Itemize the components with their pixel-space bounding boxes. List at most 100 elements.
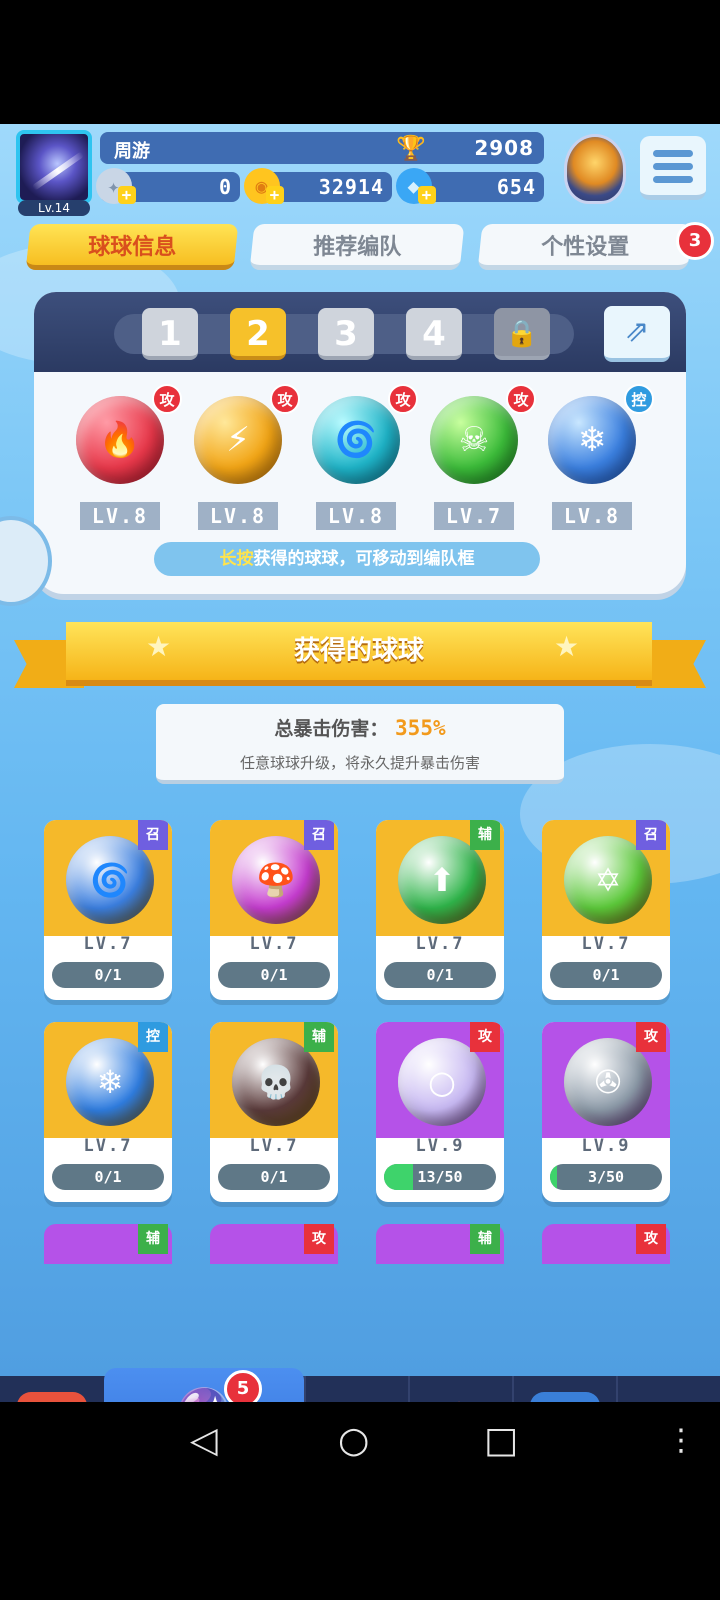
recents-icon[interactable]: □ [484,1422,518,1460]
nav-team[interactable]: 📯 球队 [616,1376,720,1402]
ball-type-tag: 攻 [636,1022,666,1052]
nav-friends[interactable]: 👥 好友 [512,1376,616,1402]
progress-text: 0/1 [426,966,454,984]
star-icon: ★ [146,630,172,663]
crit-damage-box: 总暴击伤害： 355% 任意球球升级，将永久提升暴击伤害 [156,704,564,784]
team-hint: 长按获得的球球，可移动到编队框 [154,542,540,576]
ball-card-peek[interactable]: 辅 [44,1224,172,1264]
ball-card[interactable]: ❄ 控 LV.7 0/1 [44,1022,172,1202]
upgrade-progress-bar: 0/1 [218,1164,330,1190]
attack-tag: 攻 [506,384,536,414]
ball-type-tag: 辅 [304,1022,334,1052]
player-avatar[interactable] [16,130,92,204]
upgrade-progress-bar: 0/1 [52,1164,164,1190]
team-slot-1[interactable]: 1 [142,308,198,360]
ball-card[interactable]: ⬆ 辅 LV.7 0/1 [376,820,504,1000]
ball-card[interactable]: ○ 攻 LV.9 13/50 [376,1022,504,1202]
gems-bar[interactable]: ◆ + 654 [396,168,544,204]
coins-bar[interactable]: ◉ + 32914 [244,168,392,204]
ball-level: LV.7 [249,934,299,954]
ball-card-peek[interactable]: 攻 [542,1224,670,1264]
ball-level: LV.7 [434,502,514,530]
shop-icon: 🏪 [17,1392,87,1402]
settings-badge: 3 [676,222,714,260]
android-nav-bar: ◁ ○ □ ⋮ [0,1402,720,1480]
attack-tag: 攻 [270,384,300,414]
ball-card[interactable]: 🍄 召 LV.7 0/1 [210,820,338,1000]
gems-value: 654 [496,175,536,199]
bottom-nav: 🏪 商店 🔮 球球 5 ⚔ 对战 🎉 活动 👥 好友 📯 球队 [0,1368,720,1402]
hint-text: 获得的球球，可移动到编队框 [253,549,475,569]
home-icon[interactable]: ○ [338,1422,369,1460]
ball-card-peek[interactable]: 辅 [376,1224,504,1264]
add-coins-icon[interactable]: + [266,186,284,204]
ball-type-tag: 辅 [470,1224,500,1254]
ball-level: LV.8 [316,502,396,530]
upgrade-progress-bar: 3/50 [550,1164,662,1190]
snowflake-icon[interactable]: ❄ [548,396,636,484]
team-slot-2[interactable]: 2 [230,308,286,360]
ball-level: LV.7 [415,934,465,954]
energy-bar[interactable]: ✦ + 0 [96,168,240,204]
ball-level: LV.7 [581,934,631,954]
control-tag: 控 [624,384,654,414]
tab-ball-info[interactable]: 球球信息 [25,224,239,270]
balls-badge: 5 [224,1370,262,1402]
upgrade-progress-bar: 13/50 [384,1164,496,1190]
trophy-icon: 🏆 [396,134,426,162]
player-level: Lv.14 [18,200,90,216]
ball-card[interactable]: ✡ 召 LV.7 0/1 [542,820,670,1000]
party-popper-icon: 🎉 [426,1392,496,1402]
menu-line [653,176,693,183]
lightning-icon[interactable]: ⚡ [194,396,282,484]
menu-button[interactable] [640,136,706,200]
menu-line [653,150,693,157]
add-gems-icon[interactable]: + [418,186,436,204]
progress-text: 0/1 [260,1168,288,1186]
back-icon[interactable]: ◁ [190,1422,218,1460]
lock-icon[interactable]: 🔒 [494,308,550,360]
game-screen: Lv.14 周游 🏆 2908 ✦ + 0 ◉ + 32914 ◆ + 654 … [0,124,720,1402]
nav-balls[interactable]: 🔮 球球 [104,1368,304,1402]
progress-text: 0/1 [592,966,620,984]
player-name: 周游 [114,141,150,162]
team-panel: 1 2 3 4 🔒 ⇗ 🔥 攻 LV.8 ⚡ 攻 LV.8 🌀 攻 LV.8 ☠… [34,292,686,594]
ball-level: LV.8 [80,502,160,530]
rank-badge-icon[interactable] [564,134,626,204]
add-energy-icon[interactable]: + [118,186,136,204]
ball-card[interactable]: 💀 辅 LV.7 0/1 [210,1022,338,1202]
progress-text: 3/50 [587,1168,625,1186]
wind-icon[interactable]: 🌀 [312,396,400,484]
ball-level: LV.9 [581,1136,631,1156]
menu-line [653,163,693,170]
tab-label: 球球信息 [88,234,177,260]
upgrade-progress-bar: 0/1 [550,962,662,988]
nav-shop[interactable]: 🏪 商店 [0,1376,104,1402]
upgrade-progress-bar: 0/1 [52,962,164,988]
crit-value: 355% [395,716,446,740]
more-icon[interactable]: ⋮ [666,1422,696,1460]
share-icon[interactable]: ⇗ [604,306,670,362]
poison-skull-icon[interactable]: ☠ [430,396,518,484]
fire-icon[interactable]: 🔥 [76,396,164,484]
ball-card[interactable]: 🌀 召 LV.7 0/1 [44,820,172,1000]
ball-card-peek[interactable]: 攻 [210,1224,338,1264]
progress-text: 0/1 [94,966,122,984]
nav-battle[interactable]: ⚔ 对战 [304,1376,408,1402]
tab-label: 推荐编队 [313,234,402,260]
comet-streak [31,151,85,191]
nav-events[interactable]: 🎉 活动 [408,1376,512,1402]
coins-value: 32914 [318,175,384,199]
team-slot-4[interactable]: 4 [406,308,462,360]
ball-card[interactable]: ✇ 攻 LV.9 3/50 [542,1022,670,1202]
ball-level: LV.8 [198,502,278,530]
tab-personal-settings[interactable]: 个性设置 [477,224,693,270]
energy-value: 0 [218,175,232,199]
attack-tag: 攻 [152,384,182,414]
upgrade-progress-bar: 0/1 [218,962,330,988]
tab-recommended-team[interactable]: 推荐编队 [249,224,465,270]
team-slot-3[interactable]: 3 [318,308,374,360]
ball-type-tag: 召 [304,820,334,850]
friends-book-icon: 👥 [530,1392,600,1402]
ball-level: LV.7 [249,1136,299,1156]
